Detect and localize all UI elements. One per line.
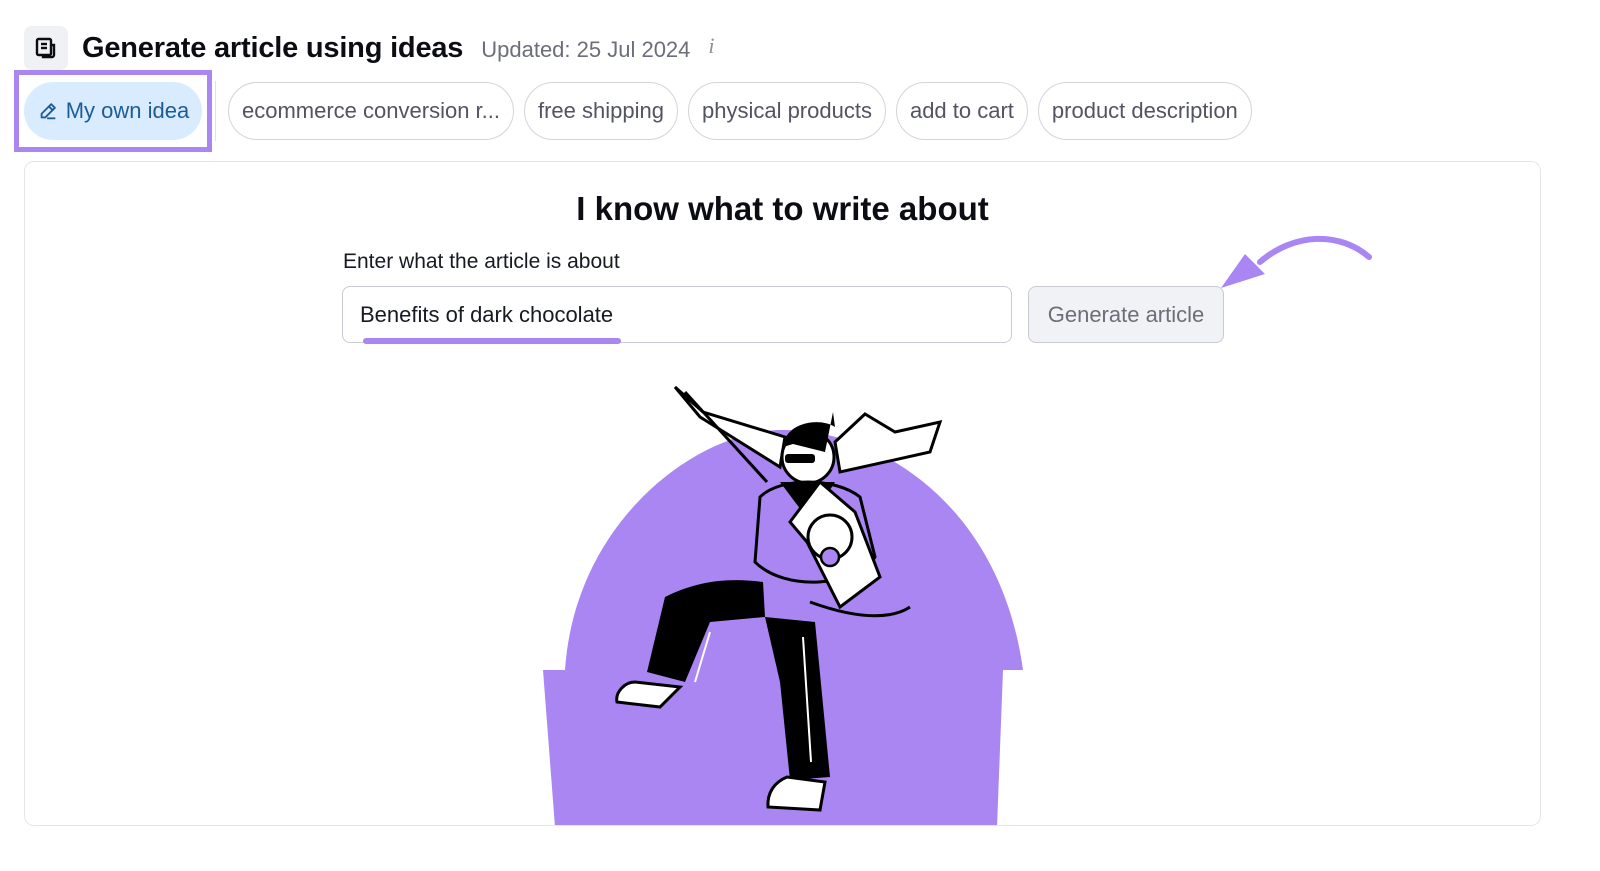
updated-date: Updated: 25 Jul 2024 bbox=[481, 37, 691, 62]
chip-divider bbox=[215, 81, 216, 141]
pointer-arrow-icon bbox=[1221, 235, 1372, 288]
idea-chip-add-to-cart[interactable]: add to cart bbox=[895, 82, 1028, 140]
own-idea-highlight: My own idea bbox=[14, 70, 212, 152]
topic-field-label: Enter what the article is about bbox=[343, 250, 620, 273]
info-icon[interactable]: i bbox=[708, 33, 714, 59]
idea-chips: My own idea ecommerce conversion r... fr… bbox=[14, 70, 1252, 152]
idea-chip-ecommerce-conversion[interactable]: ecommerce conversion r... bbox=[228, 82, 514, 140]
input-underline-highlight bbox=[363, 338, 621, 344]
topic-input[interactable] bbox=[342, 286, 1012, 343]
idea-chip-free-shipping[interactable]: free shipping bbox=[523, 82, 678, 140]
my-own-idea-label: My own idea bbox=[65, 98, 190, 123]
generate-article-button[interactable]: Generate article bbox=[1028, 286, 1224, 343]
idea-chip-physical-products[interactable]: physical products bbox=[687, 82, 886, 140]
idea-chip-product-description[interactable]: product description bbox=[1037, 82, 1252, 140]
pencil-icon bbox=[37, 100, 59, 122]
document-icon bbox=[24, 26, 68, 70]
main-panel: I know what to write about Enter what th… bbox=[24, 161, 1541, 826]
page-header: Generate article using ideas Updated: 25… bbox=[24, 26, 715, 70]
person-with-cat-illustration bbox=[543, 385, 1023, 825]
page-title: Generate article using ideas bbox=[82, 31, 464, 64]
my-own-idea-chip[interactable]: My own idea bbox=[24, 82, 202, 140]
